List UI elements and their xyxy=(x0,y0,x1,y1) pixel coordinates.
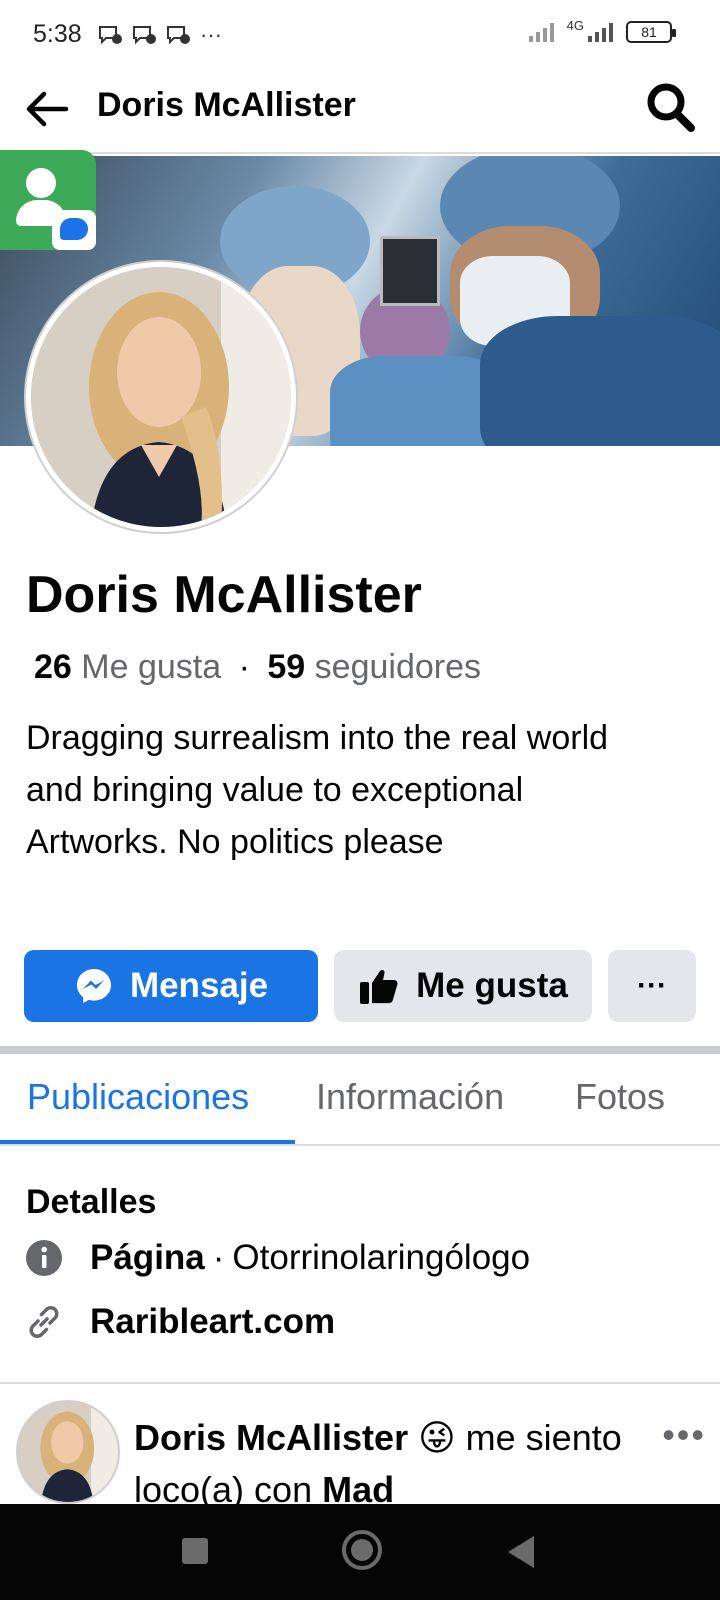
detail-page-type: Página · Otorrinolaringólogo xyxy=(24,1238,530,1278)
message-button[interactable]: Mensaje xyxy=(24,950,318,1022)
network-type: 4G xyxy=(566,17,584,33)
app-header: Doris McAllister xyxy=(0,68,720,154)
chat-bubble-icon xyxy=(52,210,96,250)
notification-icon xyxy=(99,26,122,45)
battery-icon: 81 xyxy=(626,21,676,43)
post-author-name[interactable]: Doris McAllister xyxy=(134,1417,408,1458)
detail-separator: · xyxy=(212,1238,225,1277)
website-link[interactable]: Raribleart.com xyxy=(90,1302,335,1342)
like-button-label: Me gusta xyxy=(416,966,568,1005)
details-heading: Detalles xyxy=(26,1183,157,1221)
post-options-button[interactable]: ••• xyxy=(662,1414,706,1456)
profile-tabs: Publicaciones Información Fotos xyxy=(0,1054,720,1146)
followers-count[interactable]: 59 xyxy=(267,648,305,686)
home-icon[interactable] xyxy=(342,1530,382,1570)
message-button-label: Mensaje xyxy=(129,966,269,1005)
section-divider xyxy=(0,1046,720,1054)
signal-icon xyxy=(528,23,554,42)
profile-bio: Dragging surrealism into the real world … xyxy=(26,719,609,861)
more-options-button[interactable]: ··· xyxy=(608,950,696,1022)
likes-label[interactable]: Me gusta xyxy=(81,648,221,686)
back-icon[interactable] xyxy=(508,1536,534,1568)
status-time: 5:38 xyxy=(33,20,82,48)
status-right: 4G 81 xyxy=(527,17,676,44)
notification-icon xyxy=(167,26,190,45)
tab-informacion[interactable]: Información xyxy=(316,1076,504,1118)
recent-apps-icon[interactable] xyxy=(182,1538,208,1564)
cover-monitor xyxy=(380,236,440,306)
post-header-text: Doris McAllister 😜 me siento loco(a) con… xyxy=(134,1412,634,1516)
info-icon xyxy=(26,1240,62,1276)
contacts-app-badge[interactable] xyxy=(0,150,96,250)
notification-icons: ··· xyxy=(98,22,222,48)
likes-count[interactable]: 26 xyxy=(34,648,72,686)
detail-website[interactable]: Raribleart.com xyxy=(24,1302,335,1342)
status-bar: 5:38 ··· 4G 81 xyxy=(0,0,720,68)
tab-publicaciones[interactable]: Publicaciones xyxy=(27,1076,249,1118)
profile-name: Doris McAllister xyxy=(26,566,422,624)
search-icon[interactable] xyxy=(644,80,698,136)
post-author-avatar[interactable] xyxy=(16,1400,120,1504)
avatar-portrait xyxy=(31,267,291,527)
post-feeling-text: me xyxy=(465,1417,516,1458)
active-tab-indicator xyxy=(0,1140,295,1144)
link-icon xyxy=(29,1306,59,1338)
like-button[interactable]: Me gusta xyxy=(334,950,592,1022)
page-title: Doris McAllister xyxy=(97,86,356,124)
messenger-icon xyxy=(76,969,111,1003)
notification-icon xyxy=(133,26,156,45)
cover-surgeon2-gown xyxy=(480,316,720,446)
profile-stats: 26 Me gusta · 59 seguidores xyxy=(34,648,481,687)
page-category: Otorrinolaringólogo xyxy=(232,1238,531,1277)
stats-separator: · xyxy=(238,648,250,686)
more-notifications-icon: ··· xyxy=(200,22,222,47)
crazy-face-emoji-icon: 😜 xyxy=(418,1417,456,1458)
section-divider xyxy=(0,1382,720,1384)
post-avatar-portrait xyxy=(18,1402,118,1502)
signal-icon xyxy=(588,23,613,42)
thumbs-up-icon xyxy=(360,969,398,1004)
more-dots-icon: ··· xyxy=(637,969,667,1002)
system-nav-bar xyxy=(0,1504,720,1600)
arrow-left-icon[interactable] xyxy=(22,84,72,134)
contact-head-icon xyxy=(26,168,56,198)
page-type-label: Página xyxy=(90,1238,205,1277)
tab-fotos[interactable]: Fotos xyxy=(575,1076,665,1118)
profile-avatar[interactable] xyxy=(26,262,296,532)
followers-label[interactable]: seguidores xyxy=(315,648,481,686)
